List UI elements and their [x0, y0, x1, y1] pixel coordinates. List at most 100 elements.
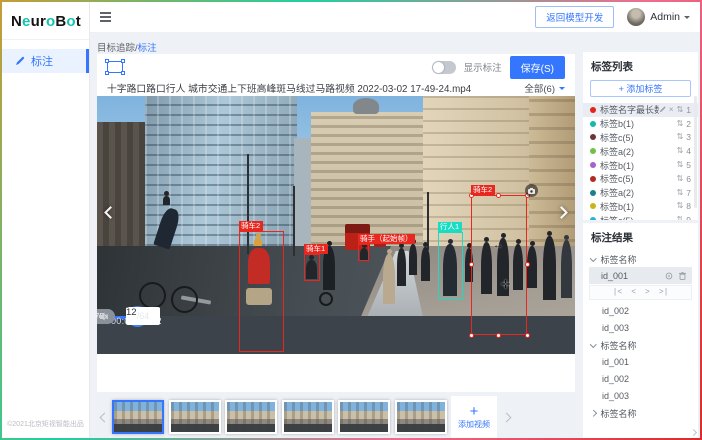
bbox-rider-startframe[interactable]: 骑手（起始帧）	[358, 244, 369, 261]
resize-handle[interactable]	[469, 262, 474, 267]
trash-icon[interactable]	[679, 272, 686, 280]
label-row[interactable]: 标签c(5)⇅6	[583, 172, 698, 186]
pedestrian-silhouette	[397, 248, 406, 286]
label-name: 标签a(2)	[600, 145, 677, 158]
app-logo: NeuroBot	[2, 2, 89, 40]
result-id: id_002	[602, 306, 629, 316]
resize-handle[interactable]	[469, 333, 474, 338]
result-item[interactable]: id_002	[583, 370, 698, 387]
reorder-icon[interactable]: ⇅	[677, 147, 684, 155]
reorder-icon[interactable]: ⇅	[677, 189, 684, 197]
pencil-icon	[15, 56, 25, 66]
label-name: 标签b(1)	[600, 200, 677, 213]
video-canvas[interactable]: 骑车2 骑车1 骑手（起始帧） 行人1 骑车2 ↔ ✛	[97, 96, 575, 354]
logo-letter: e	[22, 13, 31, 30]
result-item-selected[interactable]: id_001	[589, 267, 692, 284]
video-thumbnail[interactable]	[338, 400, 390, 434]
label-order: 2	[686, 119, 691, 129]
pedestrian-silhouette	[383, 254, 395, 304]
avatar[interactable]	[627, 8, 645, 26]
bbox-pedestrian1[interactable]: 行人1	[438, 232, 463, 299]
label-color-dot	[590, 134, 596, 140]
annotation-workspace: 显示标注 保存(S) 十字路口路口行人 城市交通上下班高峰斑马线过马路视频 20…	[97, 54, 575, 392]
label-row[interactable]: 标签名字最长数... × ⇅ 1	[583, 103, 698, 117]
bike-wheel	[319, 292, 333, 306]
back-to-model-dev-button[interactable]: 返回模型开发	[535, 6, 614, 28]
screenshot-frame: NeuroBot 标注 ©2021北京矩视智能出品 返回模型开发 Admin 目…	[0, 0, 702, 440]
visibility-icon[interactable]	[665, 272, 673, 280]
logo-letter: B	[55, 13, 66, 30]
label-row[interactable]: 标签a(2)⇅4	[583, 144, 698, 158]
reorder-icon[interactable]: ⇅	[677, 120, 684, 128]
label-name: 标签a(2)	[600, 186, 677, 199]
panel-expand-icon[interactable]	[690, 429, 697, 436]
resize-handle[interactable]	[496, 193, 501, 198]
result-id: id_001	[601, 271, 628, 281]
menu-collapse-icon[interactable]	[100, 12, 111, 22]
label-row[interactable]: 标签b(1)⇅8	[583, 200, 698, 214]
thumbnail-strip: + 添加视频	[97, 396, 575, 438]
bbox-rider1[interactable]: 骑车1	[304, 254, 320, 281]
resize-handle[interactable]	[525, 333, 530, 338]
result-item[interactable]: id_003	[583, 387, 698, 404]
bbox-label: 骑车1	[304, 244, 328, 254]
reorder-icon[interactable]: ⇅	[677, 106, 684, 114]
delete-label-icon[interactable]: ×	[669, 106, 674, 114]
add-label-button[interactable]: + 添加标签	[590, 80, 691, 97]
label-order: 8	[686, 201, 691, 211]
scrollbar[interactable]	[694, 96, 697, 208]
label-name: 标签b(1)	[600, 117, 677, 130]
annotation-result-panel: 标注结果 标签名称 id_001 |< < > >| id_002 id_003…	[583, 223, 698, 438]
result-panel-title: 标注结果	[583, 223, 698, 250]
copyright-text: ©2021北京矩视智能出品	[2, 419, 89, 429]
group-name: 标签名称	[601, 407, 637, 420]
video-thumbnail[interactable]	[395, 400, 447, 434]
logo-letter: o	[46, 13, 55, 30]
label-row[interactable]: 标签c(5)⇅3	[583, 131, 698, 145]
reorder-icon[interactable]: ⇅	[677, 161, 684, 169]
bbox-rider2[interactable]: 骑车2	[239, 231, 284, 352]
resize-handle[interactable]	[496, 333, 501, 338]
bbox-rider2-selected[interactable]: 骑车2	[471, 195, 527, 335]
next-frame-nav-icon[interactable]: >	[645, 288, 650, 297]
reorder-icon[interactable]: ⇅	[677, 202, 684, 210]
save-button[interactable]: 保存(S)	[510, 56, 565, 79]
add-video-button[interactable]: + 添加视频	[451, 396, 497, 438]
result-group-header[interactable]: 标签名称	[583, 337, 698, 353]
breadcrumb-parent[interactable]: 目标追踪	[97, 43, 135, 54]
video-thumbnail[interactable]	[112, 400, 164, 434]
result-item[interactable]: id_003	[583, 319, 698, 336]
logo-letter: t	[76, 13, 81, 30]
video-thumbnail[interactable]	[282, 400, 334, 434]
label-order: 4	[686, 146, 691, 156]
sidebar-item-annotate[interactable]: 标注	[2, 49, 89, 73]
lamp-post	[427, 192, 429, 250]
reorder-icon[interactable]: ⇅	[677, 133, 684, 141]
filter-dropdown[interactable]: 全部(6)	[524, 81, 565, 95]
prev-frame-nav-icon[interactable]: <	[631, 288, 636, 297]
rect-select-tool-icon[interactable]	[107, 61, 123, 73]
result-item[interactable]: id_001	[583, 353, 698, 370]
video-thumbnail[interactable]	[225, 400, 277, 434]
last-frame-icon[interactable]: >|	[659, 288, 669, 297]
strip-next-icon[interactable]	[502, 412, 512, 422]
result-item[interactable]: id_002	[583, 302, 698, 319]
label-row[interactable]: 标签a(2)⇅7	[583, 186, 698, 200]
label-color-dot	[590, 107, 596, 113]
label-row[interactable]: 标签c(5)⇅9	[583, 213, 698, 220]
result-group-header-collapsed[interactable]: 标签名称	[583, 405, 698, 421]
strip-prev-icon[interactable]	[100, 412, 110, 422]
plus-icon: +	[470, 405, 479, 418]
label-row[interactable]: 标签b(1)⇅2	[583, 117, 698, 131]
edit-label-icon[interactable]	[659, 106, 666, 113]
result-group-header[interactable]: 标签名称	[583, 251, 698, 267]
label-row[interactable]: 标签b(1)⇅5	[583, 158, 698, 172]
reorder-icon[interactable]: ⇅	[677, 216, 684, 220]
video-thumbnail[interactable]	[169, 400, 221, 434]
reorder-icon[interactable]: ⇅	[677, 175, 684, 183]
user-name[interactable]: Admin	[650, 11, 680, 23]
resize-handle[interactable]	[525, 262, 530, 267]
first-frame-icon[interactable]: |<	[613, 288, 623, 297]
chevron-right-icon	[590, 410, 596, 416]
show-annotation-toggle[interactable]	[432, 61, 456, 74]
